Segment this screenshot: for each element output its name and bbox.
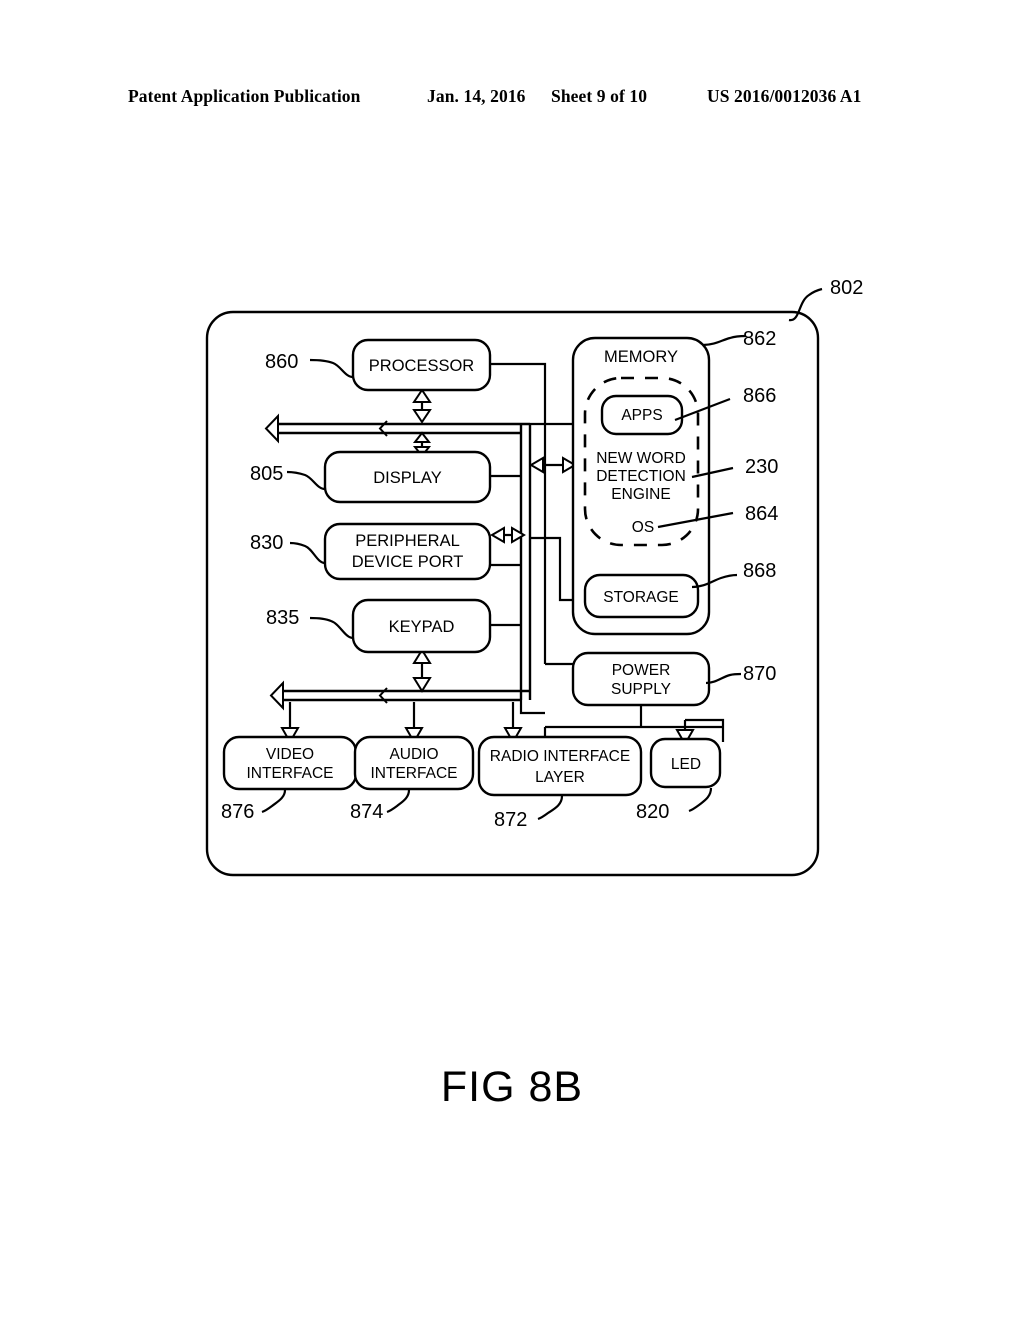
ref-number-866: 866: [743, 385, 776, 407]
block-power-supply-label-line2: SUPPLY: [611, 681, 671, 698]
block-power-supply-label-line1: POWER: [612, 662, 671, 679]
lower-bus-left-arrowhead: [269, 680, 284, 711]
block-processor-label: PROCESSOR: [369, 357, 475, 375]
ref-leader-835: [309, 616, 354, 640]
vertical-bus-bottom-elbow: [519, 700, 545, 715]
ref-number-805: 805: [250, 463, 283, 485]
block-audio-interface-label-line1: AUDIO: [389, 746, 438, 763]
ref-number-872: 872: [494, 809, 527, 831]
processor-to-bus-wire: [490, 362, 547, 664]
block-os-label: OS: [632, 519, 654, 536]
block-new-word-engine-label-line3: ENGINE: [611, 486, 670, 503]
ref-leader-872: [537, 795, 564, 821]
ref-number-802: 802: [830, 277, 863, 299]
block-keypad-label: KEYPAD: [389, 618, 455, 636]
block-apps-label: APPS: [621, 407, 662, 424]
ref-number-868: 868: [743, 560, 776, 582]
block-new-word-engine-label-line1: NEW WORD: [596, 450, 686, 467]
figure-caption: FIG 8B: [440, 1063, 584, 1111]
block-peripheral-device-port-label-line1: PERIPHERAL: [355, 532, 460, 550]
ref-number-820: 820: [636, 801, 669, 823]
ref-leader-805: [286, 470, 326, 491]
bus-memory-arrow-left: [529, 456, 544, 474]
block-video-interface-label-line2: INTERFACE: [247, 765, 334, 782]
processor-bus-arrow-up: [412, 388, 432, 403]
ref-leader-830: [289, 541, 326, 565]
block-storage-label: STORAGE: [603, 589, 679, 606]
block-audio-interface-label-line2: INTERFACE: [371, 765, 458, 782]
ref-number-830: 830: [250, 532, 283, 554]
block-radio-interface-layer-label-line1: RADIO INTERFACE: [490, 748, 630, 765]
display-bus-arrow-up: [412, 431, 432, 443]
ref-number-860: 860: [265, 351, 298, 373]
block-memory-label: MEMORY: [604, 348, 678, 366]
block-radio-interface-layer[interactable]: [477, 735, 643, 797]
upper-bus-left-arrowhead: [264, 413, 279, 444]
ref-leader-876: [261, 789, 287, 814]
ref-number-835: 835: [266, 607, 299, 629]
ref-number-870: 870: [743, 663, 776, 685]
ref-leader-860: [309, 358, 354, 379]
ref-leader-862: [702, 334, 747, 347]
block-video-interface-label-line1: VIDEO: [266, 746, 314, 763]
ref-number-874: 874: [350, 801, 383, 823]
bus-to-memory-lower-stub: [530, 536, 573, 602]
figure-8b-block-diagram: 802 PROCESSOR 860 DISPLAY 805 PERIPHERAL…: [205, 277, 863, 877]
ref-number-230: 230: [745, 456, 778, 478]
block-radio-interface-layer-label-line2: LAYER: [535, 769, 585, 786]
block-display-label: DISPLAY: [373, 469, 441, 487]
ref-number-862: 862: [743, 328, 776, 350]
block-new-word-engine-label-line2: DETECTION: [596, 468, 686, 485]
ref-leader-870: [705, 672, 742, 685]
processor-bus-arrow-down: [412, 409, 432, 424]
ref-number-864: 864: [745, 503, 778, 525]
peripheral-bus-arrow-left: [490, 526, 505, 544]
keypad-bus-arrow-down: [412, 677, 432, 693]
ref-leader-820: [688, 787, 713, 813]
block-led-label: LED: [671, 756, 701, 773]
ref-number-876: 876: [221, 801, 254, 823]
block-peripheral-device-port-label-line2: DEVICE PORT: [352, 553, 464, 571]
ref-leader-874: [386, 789, 411, 814]
